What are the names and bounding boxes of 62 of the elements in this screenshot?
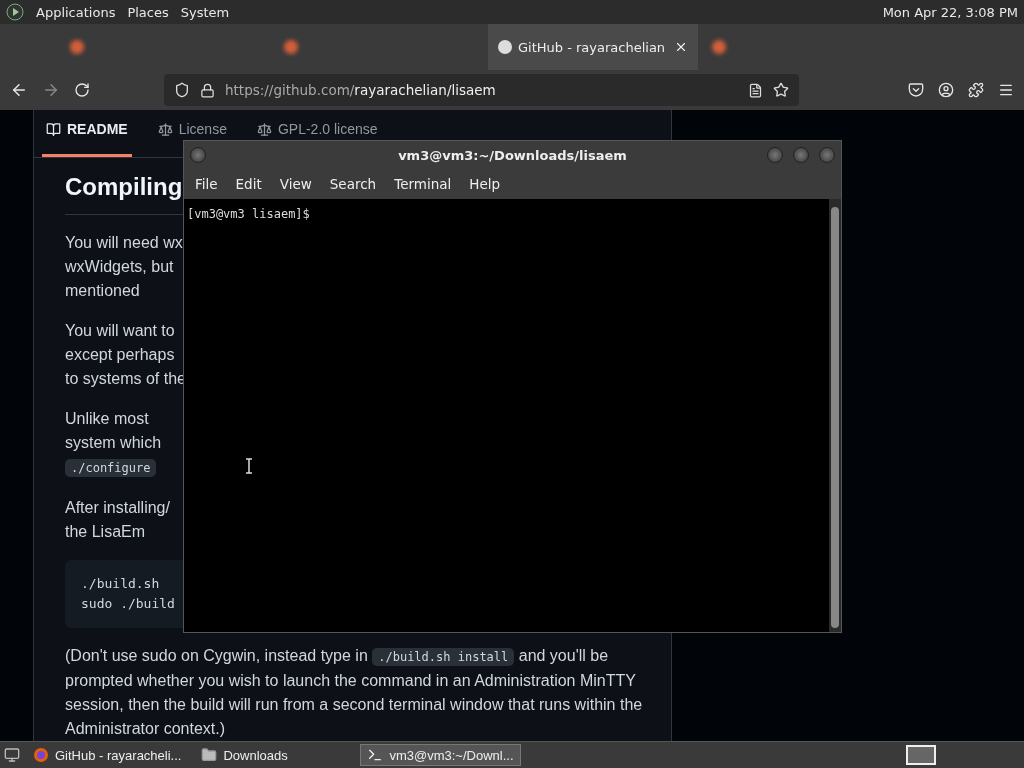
reload-icon[interactable] [74,82,90,98]
minimize-icon[interactable] [767,147,783,163]
desktop-icon[interactable] [4,747,20,763]
browser-icon [33,747,49,763]
menu-icon[interactable] [998,82,1014,98]
maximize-icon[interactable] [793,147,809,163]
browser-tab[interactable]: GitHub - rayarachelian [488,24,698,70]
panel-menu[interactable]: Places [127,4,169,20]
paragraph-text: After installing/ [65,498,171,518]
scrollbar[interactable] [829,199,841,632]
puzzle-icon[interactable] [968,82,984,98]
menu-item[interactable]: Search [322,174,384,194]
text-cursor-icon [245,458,253,474]
paragraph-text: except perhaps [65,345,176,365]
menu-item[interactable]: File [188,174,225,194]
scales-icon [256,121,272,137]
taskbar-button[interactable]: Downloads [194,744,355,766]
terminal-window[interactable]: vm3@vm3:~/Downloads/lisaem File Edit View Search Terminal Help [vm3@vm3 lisaem]$ [183,140,842,633]
star-icon[interactable] [773,82,789,98]
paragraph-text: You will want to [65,321,176,341]
close-icon[interactable] [674,40,688,54]
close-icon[interactable] [819,147,835,163]
shield-icon [174,82,190,98]
panel-menu[interactable]: Applications [36,4,116,20]
favicon-icon [712,40,726,54]
readme-tab[interactable]: License [153,120,231,141]
favicon-icon [498,40,512,54]
readme-tab[interactable]: GPL-2.0 license [252,120,382,141]
back-icon[interactable] [10,81,28,99]
window-title: vm3@vm3:~/Downloads/lisaem [184,141,841,169]
reader-icon[interactable] [748,82,763,98]
book-icon [46,121,61,137]
paragraph-text: wxWidgets, but [65,257,175,277]
scales-icon [157,121,173,137]
favicon-icon [70,40,84,54]
address-bar[interactable]: https://github.com/rayarachelian/lisaem [164,74,799,106]
forward-icon[interactable] [42,81,60,99]
menu-item[interactable]: Terminal [387,174,459,194]
workspace-switcher[interactable] [906,745,936,765]
taskbar-button[interactable]: vm3@vm3:~/Downl... [360,744,521,766]
menu-item[interactable]: Help [462,174,508,194]
terminal-icon [367,747,384,763]
folder-icon [201,747,218,763]
taskbar-button[interactable]: GitHub - rayaracheli... [26,744,189,766]
paragraph-text: the LisaEm [65,522,147,542]
favicon-icon [284,40,298,54]
inline-code: ./configure [65,459,157,477]
lock-icon [200,82,215,98]
paragraph-text: mentioned [65,281,141,301]
pocket-icon[interactable] [908,82,924,98]
paragraph-text: system which [65,433,163,453]
paragraph-text: You will need wx [65,233,184,253]
clock[interactable]: Mon Apr 22, 3:08 PM [882,4,1018,20]
readme-tab[interactable]: README [42,120,132,157]
window-menu-icon[interactable] [190,147,206,163]
panel-menu[interactable]: System [180,4,230,20]
paragraph-text: Unlike most [65,409,150,429]
menu-item[interactable]: View [272,174,319,194]
account-icon[interactable] [938,82,954,98]
paragraph-text: (Don't use sudo on Cygwin, instead type in ./build.sh install and you'll be prompted whether you wish to launch the command in an Administration MinTTY session, then the build will run from a second terminal window that runs within the Administrator context.) [65,646,644,739]
logo-icon [6,3,24,21]
menu-item[interactable]: Edit [228,174,269,194]
